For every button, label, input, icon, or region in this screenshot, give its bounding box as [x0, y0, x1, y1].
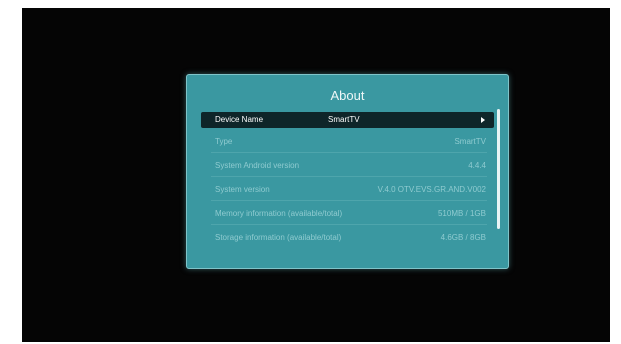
chevron-right-icon	[481, 117, 485, 123]
row-label: Storage information (available/total)	[215, 233, 342, 242]
row-value: 4.6GB / 8GB	[440, 233, 486, 242]
row-label: Memory information (available/total)	[215, 209, 343, 218]
row-label: Device Name	[215, 115, 264, 124]
tv-screen: About Device Name SmartTV Type SmartTV S…	[22, 8, 610, 342]
row-value: SmartTV	[328, 115, 360, 124]
row-value: V.4.0 OTV.EVS.GR.AND.V002	[377, 185, 486, 194]
row-divider	[211, 152, 487, 153]
row-type[interactable]: Type SmartTV	[201, 134, 494, 150]
row-label: System version	[215, 185, 270, 194]
dialog-title: About	[330, 88, 365, 103]
about-dialog: About Device Name SmartTV Type SmartTV S…	[186, 74, 509, 269]
row-value: 510MB / 1GB	[437, 209, 486, 218]
row-label: Type	[215, 137, 233, 146]
row-device-name[interactable]: Device Name SmartTV	[201, 112, 494, 128]
row-storage-info[interactable]: Storage information (available/total) 4.…	[201, 230, 494, 246]
row-divider	[211, 224, 487, 225]
row-android-version[interactable]: System Android version 4.4.4	[201, 158, 494, 174]
row-label: System Android version	[215, 161, 300, 170]
row-memory-info[interactable]: Memory information (available/total) 510…	[201, 206, 494, 222]
row-divider	[211, 200, 487, 201]
row-value: SmartTV	[454, 137, 486, 146]
row-divider	[211, 176, 487, 177]
row-value: 4.4.4	[468, 161, 486, 170]
scrollbar[interactable]	[497, 109, 500, 229]
row-system-version[interactable]: System version V.4.0 OTV.EVS.GR.AND.V002	[201, 182, 494, 198]
